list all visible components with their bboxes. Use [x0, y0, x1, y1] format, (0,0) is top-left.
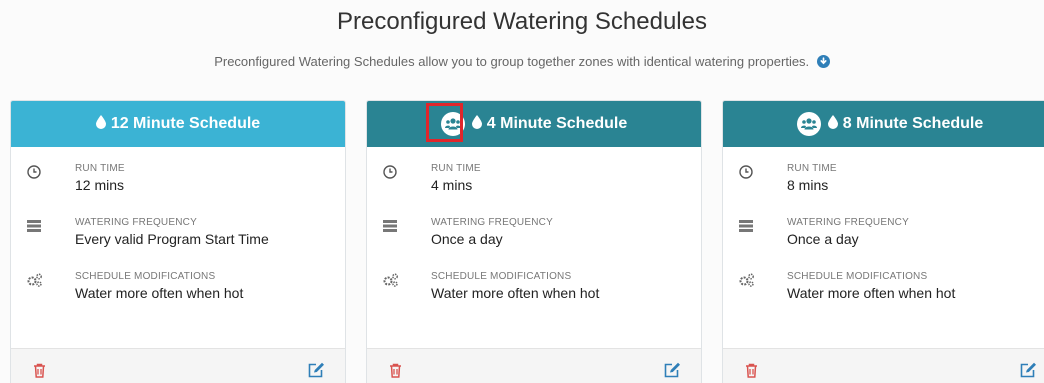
card-title: 4 Minute Schedule [486, 115, 628, 132]
trash-icon[interactable] [389, 363, 402, 383]
schedule-modifications-label: SCHEDULE MODIFICATIONS [431, 271, 572, 282]
water-drop-icon [827, 114, 838, 134]
edit-icon[interactable] [308, 362, 325, 383]
schedule-modifications-value: Water more often when hot [787, 285, 956, 301]
watering-frequency-value: Once a day [787, 231, 859, 247]
watering-frequency-value: Every valid Program Start Time [75, 231, 269, 247]
watering-frequency-property: WATERING FREQUENCY Every valid Program S… [11, 215, 345, 269]
run-time-property: RUN TIME 12 mins [11, 161, 345, 215]
watering-frequency-value: Once a day [431, 231, 503, 247]
card-footer [723, 348, 1044, 383]
server-stack-icon [383, 219, 397, 237]
run-time-value: 12 mins [75, 177, 125, 193]
server-stack-icon [27, 219, 41, 237]
schedule-modifications-label: SCHEDULE MODIFICATIONS [787, 271, 928, 282]
card-footer [367, 348, 701, 383]
schedule-card-8-minute: 8 Minute Schedule RUN TIME 8 mins WATERI… [722, 100, 1044, 383]
schedule-modifications-property: SCHEDULE MODIFICATIONS Water more often … [723, 269, 1044, 323]
page-title: Preconfigured Watering Schedules [337, 8, 707, 35]
clock-icon [27, 165, 41, 184]
gears-icon [739, 273, 755, 292]
run-time-label: RUN TIME [787, 163, 837, 174]
schedule-modifications-property: SCHEDULE MODIFICATIONS Water more often … [367, 269, 701, 323]
subtitle-text: Preconfigured Watering Schedules allow y… [214, 54, 810, 69]
run-time-label: RUN TIME [431, 163, 481, 174]
schedule-modifications-label: SCHEDULE MODIFICATIONS [75, 271, 216, 282]
card-title: 8 Minute Schedule [842, 115, 984, 132]
water-drop-icon [471, 114, 482, 134]
trash-icon[interactable] [33, 363, 46, 383]
run-time-label: RUN TIME [75, 163, 125, 174]
schedule-card-4-minute: 4 Minute Schedule RUN TIME 4 mins WATERI… [366, 100, 702, 383]
watering-frequency-property: WATERING FREQUENCY Once a day [367, 215, 701, 269]
watering-frequency-label: WATERING FREQUENCY [75, 217, 197, 228]
gears-icon [27, 273, 43, 292]
trash-icon[interactable] [745, 363, 758, 383]
run-time-property: RUN TIME 4 mins [367, 161, 701, 215]
card-header: 4 Minute Schedule [367, 101, 701, 147]
water-drop-icon [95, 114, 106, 134]
schedule-card-12-minute: 12 Minute Schedule RUN TIME 12 mins WATE… [10, 100, 346, 383]
watering-frequency-property: WATERING FREQUENCY Once a day [723, 215, 1044, 269]
watering-frequency-label: WATERING FREQUENCY [787, 217, 909, 228]
card-header: 8 Minute Schedule [723, 101, 1044, 147]
info-circle-icon[interactable] [816, 55, 830, 71]
schedule-modifications-property: SCHEDULE MODIFICATIONS Water more often … [11, 269, 345, 323]
card-title: 12 Minute Schedule [110, 115, 261, 132]
clock-icon [739, 165, 753, 184]
card-header: 12 Minute Schedule [11, 101, 345, 147]
schedule-modifications-value: Water more often when hot [75, 285, 244, 301]
group-icon-highlight [426, 103, 463, 142]
clock-icon [383, 165, 397, 184]
group-icon[interactable] [796, 112, 821, 136]
schedule-modifications-value: Water more often when hot [431, 285, 600, 301]
run-time-property: RUN TIME 8 mins [723, 161, 1044, 215]
watering-frequency-label: WATERING FREQUENCY [431, 217, 553, 228]
page-subtitle: Preconfigured Watering Schedules allow y… [0, 54, 1044, 71]
server-stack-icon [739, 219, 753, 237]
edit-icon[interactable] [1020, 362, 1037, 383]
edit-icon[interactable] [664, 362, 681, 383]
card-footer [11, 348, 345, 383]
run-time-value: 8 mins [787, 177, 829, 193]
run-time-value: 4 mins [431, 177, 473, 193]
gears-icon [383, 273, 399, 292]
